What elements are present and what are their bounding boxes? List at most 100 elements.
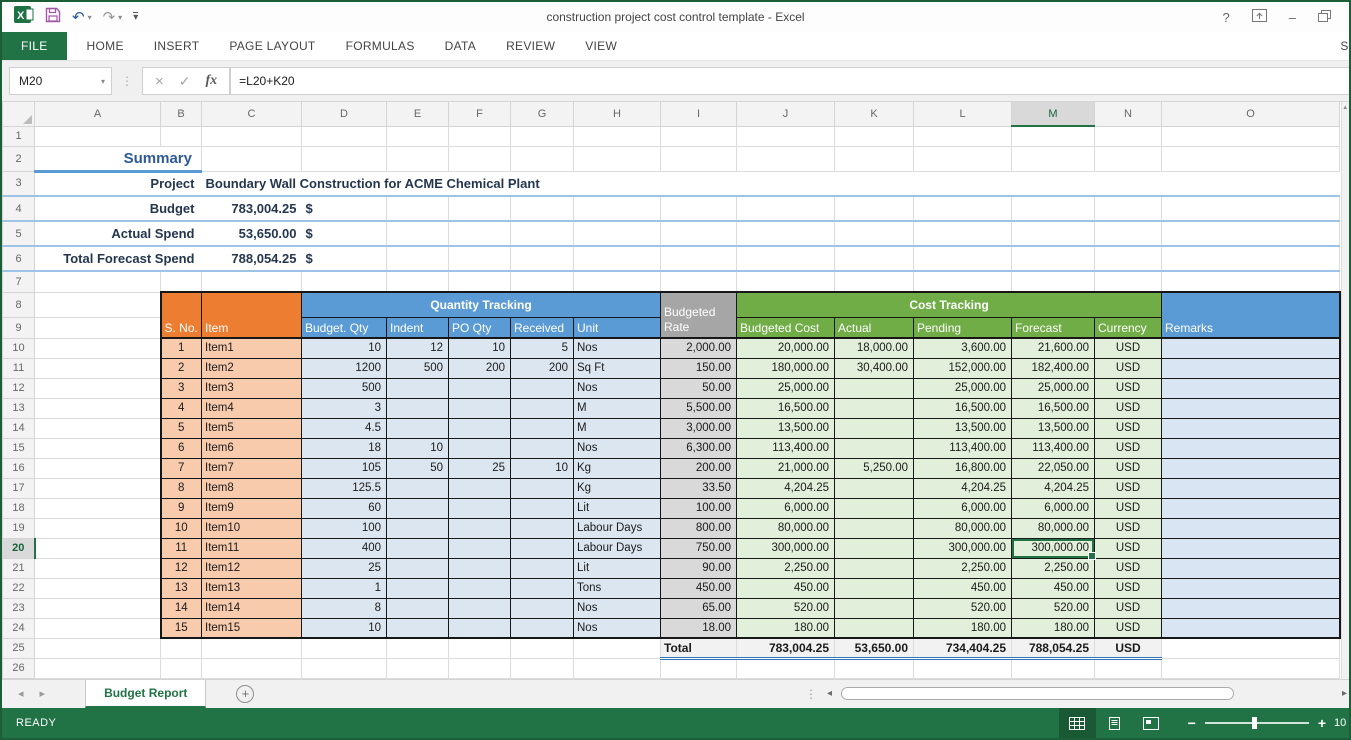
cell[interactable] (386, 245, 449, 272)
cell-received[interactable] (510, 537, 574, 559)
cell-budget-qty[interactable]: 125.5 (301, 477, 387, 499)
cell[interactable] (34, 477, 161, 499)
cell[interactable] (448, 125, 511, 147)
cell[interactable] (913, 245, 1012, 272)
cell-received[interactable] (510, 597, 574, 619)
scroll-left-icon[interactable]: ◂ (827, 688, 832, 699)
cell[interactable] (573, 245, 661, 272)
cell-budget-qty[interactable]: 18 (301, 437, 387, 459)
cell-item[interactable]: Item4 (201, 397, 302, 419)
cell-pending[interactable]: 2,250.00 (913, 557, 1012, 579)
cell[interactable] (834, 657, 914, 679)
cell-unit[interactable]: Lit (573, 557, 661, 579)
cell-forecast[interactable]: 520.00 (1011, 597, 1095, 619)
cell[interactable] (301, 125, 387, 147)
cell[interactable] (34, 557, 161, 579)
cell[interactable] (448, 220, 511, 247)
customize-toolbar-icon[interactable]: ▾ (133, 11, 139, 23)
name-box[interactable]: M20 ▾ (9, 67, 112, 95)
row-header[interactable]: 12 (2, 377, 35, 399)
forecast-spend-label-cell[interactable]: Total Forecast Spend (34, 246, 202, 272)
cell[interactable] (1161, 145, 1340, 172)
cell[interactable] (573, 125, 661, 147)
header-received[interactable]: Received (510, 316, 574, 339)
cell-currency[interactable]: USD (1094, 357, 1162, 379)
cell[interactable] (510, 195, 574, 222)
cell-budgeted-cost[interactable]: 6,000.00 (736, 497, 835, 519)
cell[interactable] (1161, 245, 1340, 272)
cell-currency[interactable]: USD (1094, 437, 1162, 459)
cell[interactable] (1011, 657, 1095, 679)
cell-currency[interactable]: USD (1094, 517, 1162, 539)
cell[interactable] (736, 270, 835, 293)
actual-spend-label-cell[interactable]: Actual Spend (34, 221, 202, 247)
cell-po-qty[interactable] (448, 417, 511, 439)
header-budget-qty[interactable]: Budget. Qty (301, 316, 387, 339)
row-header[interactable]: 16 (2, 457, 35, 479)
cell-currency[interactable]: USD (1094, 617, 1162, 639)
cell-forecast[interactable]: 22,050.00 (1011, 457, 1095, 479)
cancel-icon[interactable]: × (155, 73, 164, 90)
cell[interactable] (448, 245, 511, 272)
cell-po-qty[interactable] (448, 597, 511, 619)
scroll-right-icon[interactable]: ▸ (1342, 688, 1347, 699)
enter-icon[interactable]: ✓ (179, 73, 191, 90)
cell-indent[interactable] (386, 617, 449, 639)
cell-actual[interactable] (834, 477, 914, 499)
cell-actual[interactable]: 18,000.00 (834, 337, 914, 359)
cell[interactable] (736, 125, 835, 147)
cell[interactable] (34, 537, 161, 559)
cell-budget-qty[interactable]: 10 (301, 617, 387, 639)
row-header[interactable]: 19 (2, 517, 35, 539)
cell-actual[interactable] (834, 557, 914, 579)
tab-view[interactable]: VIEW (570, 32, 632, 60)
cell-pending[interactable]: 4,204.25 (913, 477, 1012, 499)
cell-budget-qty[interactable]: 105 (301, 457, 387, 479)
row-header[interactable]: 10 (2, 337, 35, 359)
cell-indent[interactable] (386, 477, 449, 499)
cell[interactable] (301, 657, 387, 679)
row-header[interactable]: 8 (2, 291, 35, 318)
cell[interactable] (34, 316, 161, 339)
cell-budgeted-rate[interactable]: 800.00 (660, 517, 737, 539)
cell-remarks[interactable] (1161, 397, 1341, 419)
cell-budgeted-cost[interactable]: 80,000.00 (736, 517, 835, 539)
cell-budget-qty[interactable]: 3 (301, 397, 387, 419)
cell-indent[interactable]: 10 (386, 437, 449, 459)
row-header[interactable]: 22 (2, 577, 35, 599)
tab-insert[interactable]: INSERT (139, 32, 215, 60)
row-header[interactable]: 18 (2, 497, 35, 519)
cell-currency[interactable]: USD (1094, 337, 1162, 359)
cell-actual[interactable] (834, 437, 914, 459)
cell[interactable] (34, 597, 161, 619)
cell-forecast[interactable]: 25,000.00 (1011, 377, 1095, 399)
cell-item[interactable]: Item13 (201, 577, 302, 599)
cell-pending[interactable]: 300,000.00 (913, 537, 1012, 559)
cell-currency[interactable]: USD (1094, 497, 1162, 519)
cell[interactable] (34, 577, 161, 599)
header-unit[interactable]: Unit (573, 316, 661, 339)
col-header-m-selected[interactable]: M (1011, 102, 1095, 127)
redo-icon[interactable]: ↷ (103, 10, 116, 25)
tab-file[interactable]: FILE (2, 32, 67, 60)
cell[interactable] (160, 637, 202, 659)
cell[interactable] (510, 220, 574, 247)
cell-received[interactable] (510, 557, 574, 579)
cell[interactable] (913, 125, 1012, 147)
horizontal-scrollbar[interactable]: ◂ ▸ (827, 680, 1349, 708)
cell[interactable] (201, 657, 302, 679)
cell-pending[interactable]: 16,800.00 (913, 457, 1012, 479)
cell-budgeted-rate[interactable]: 200.00 (660, 457, 737, 479)
cell-remarks[interactable] (1161, 337, 1341, 359)
cell-po-qty[interactable] (448, 557, 511, 579)
col-header-d[interactable]: D (301, 102, 387, 127)
header-sno[interactable]: S. No. (159, 291, 202, 339)
cell[interactable] (448, 657, 511, 679)
cell-remarks[interactable] (1161, 517, 1341, 539)
cell[interactable] (834, 220, 914, 247)
cell-budgeted-cost[interactable]: 113,400.00 (736, 437, 835, 459)
cell[interactable] (160, 125, 202, 147)
insert-function-icon[interactable]: fx (206, 73, 218, 89)
cell-budgeted-cost[interactable]: 180,000.00 (736, 357, 835, 379)
cell-currency[interactable]: USD (1094, 577, 1162, 599)
